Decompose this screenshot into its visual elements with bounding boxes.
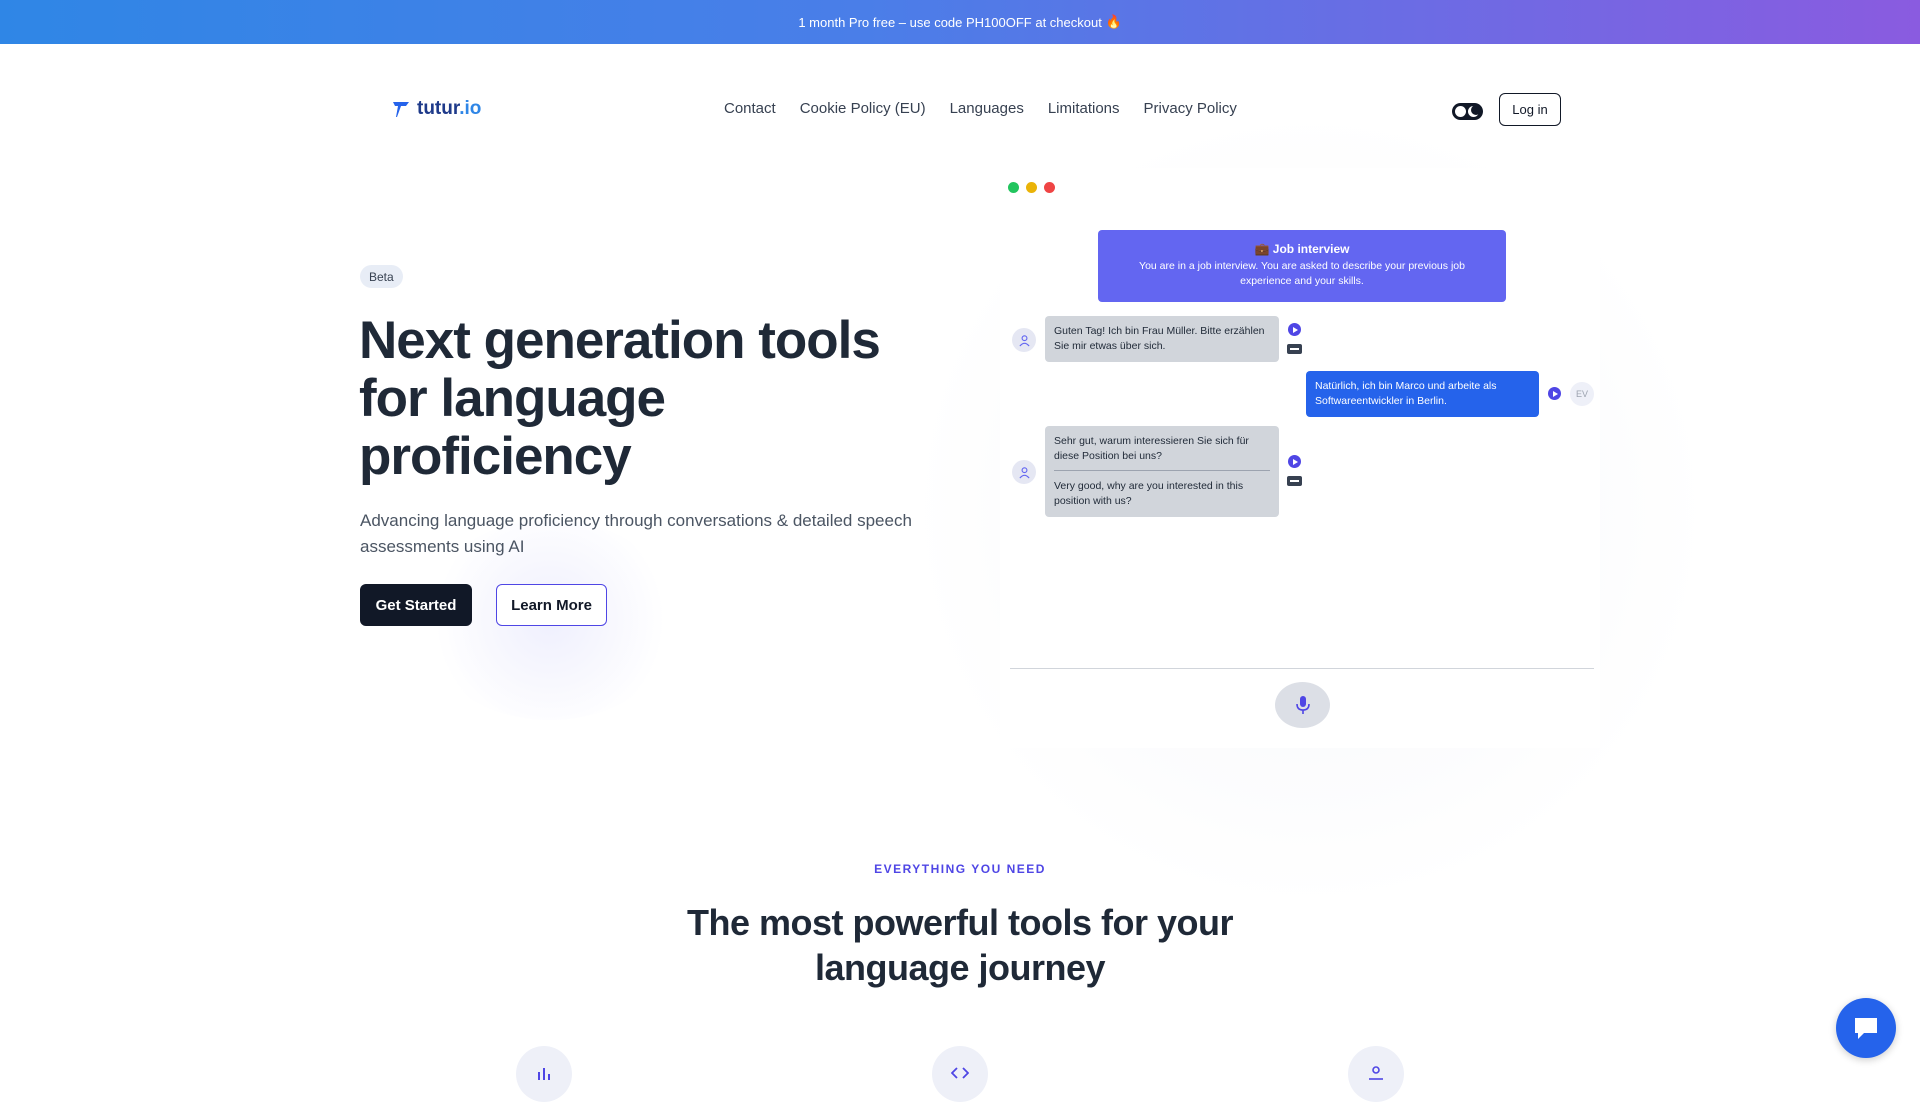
logo-mark-icon [393, 102, 409, 117]
nav-link-privacy-policy[interactable]: Privacy Policy [1144, 100, 1237, 117]
logo-tld: .io [459, 98, 482, 119]
person-icon [1018, 466, 1030, 478]
theme-toggle[interactable] [1452, 103, 1483, 120]
ai-avatar [1012, 328, 1036, 352]
play-audio-icon[interactable] [1548, 387, 1561, 400]
nav-link-cookie-policy[interactable]: Cookie Policy (EU) [800, 100, 926, 117]
microphone-icon [1295, 696, 1310, 714]
scenario-title: 💼 Job interview [1254, 242, 1350, 256]
scenario-description: You are in a job interview. You are aske… [1139, 260, 1465, 287]
section-eyebrow: EVERYTHING YOU NEED [874, 862, 1046, 876]
beta-badge: Beta [360, 265, 403, 288]
window-dot-red [1044, 182, 1055, 193]
window-dot-green [1008, 182, 1019, 193]
person-icon [1369, 1066, 1383, 1080]
nav-link-limitations[interactable]: Limitations [1048, 100, 1120, 117]
learn-more-button[interactable]: Learn More [496, 584, 607, 626]
login-button[interactable]: Log in [1499, 93, 1561, 126]
chat-bubble-icon [1855, 1018, 1877, 1039]
ai-message-2-text: Sehr gut, warum interessieren Sie sich f… [1054, 435, 1249, 462]
feature-icon-circle [932, 1046, 988, 1102]
bar-chart-icon [538, 1068, 550, 1080]
person-icon [1018, 334, 1030, 346]
translation-divider [1054, 470, 1270, 471]
feature-icon-circle [1348, 1046, 1404, 1102]
window-dot-yellow [1026, 182, 1037, 193]
translate-icon[interactable] [1287, 476, 1302, 486]
conversation-demo: 💼 Job interview You are in a job intervi… [1000, 168, 1600, 748]
promo-text: 1 month Pro free – use code PH100OFF at … [798, 14, 1102, 30]
ai-message-1: Guten Tag! Ich bin Frau Müller. Bitte er… [1045, 316, 1279, 362]
ai-message-2-translation: Very good, why are you interested in thi… [1054, 480, 1244, 507]
nav-link-languages[interactable]: Languages [950, 100, 1024, 117]
sun-icon [1455, 106, 1466, 117]
hero-title: Next generation tools for language profi… [359, 311, 881, 486]
user-message-1: Natürlich, ich bin Marco und arbeite als… [1306, 371, 1539, 417]
scenario-card: 💼 Job interview You are in a job intervi… [1098, 230, 1506, 302]
code-icon [951, 1067, 969, 1079]
ai-avatar [1012, 460, 1036, 484]
feature-icon-circle [516, 1046, 572, 1102]
play-audio-icon[interactable] [1288, 455, 1301, 468]
translate-icon[interactable] [1287, 344, 1302, 354]
hero-subtitle: Advancing language proficiency through c… [360, 511, 912, 556]
microphone-button[interactable] [1275, 682, 1330, 728]
nav-link-contact[interactable]: Contact [724, 100, 776, 117]
nav-links: Contact Cookie Policy (EU) Languages Lim… [724, 100, 1237, 117]
ai-message-2: Sehr gut, warum interessieren Sie sich f… [1045, 426, 1279, 517]
play-audio-icon[interactable] [1288, 323, 1301, 336]
get-started-button[interactable]: Get Started [360, 584, 472, 626]
logo[interactable]: tutur.io [391, 98, 481, 120]
moon-icon [1468, 105, 1481, 117]
fire-icon: 🔥 [1105, 14, 1122, 29]
section-title: The most powerful tools for your languag… [686, 902, 1234, 988]
chat-support-button[interactable] [1836, 998, 1896, 1058]
input-divider [1010, 668, 1594, 669]
top-navigation: tutur.io Contact Cookie Policy (EU) Lang… [0, 44, 1920, 174]
user-avatar: EV [1570, 382, 1594, 406]
logo-text: tutur [417, 98, 460, 119]
promo-banner: 1 month Pro free – use code PH100OFF at … [0, 0, 1920, 44]
